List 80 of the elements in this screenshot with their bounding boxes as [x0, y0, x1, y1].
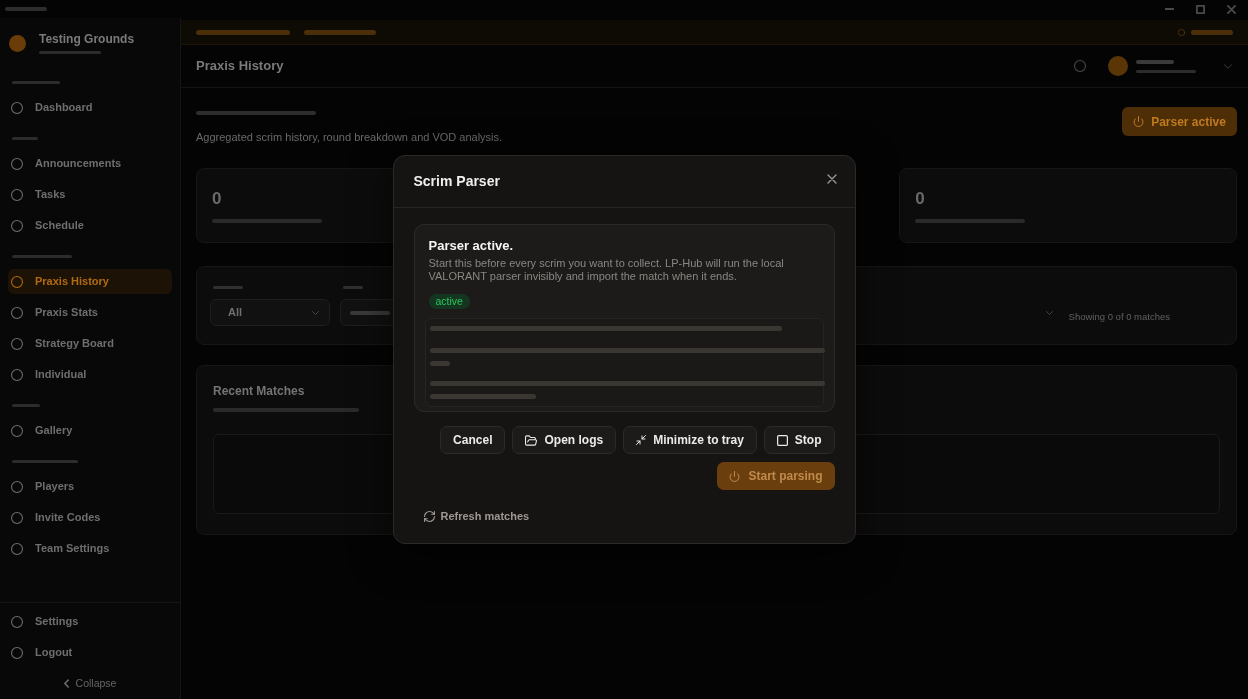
sidebar-item[interactable]: Settings	[8, 609, 172, 634]
circle-icon	[11, 157, 23, 170]
status-title: Parser active.	[428, 238, 514, 254]
team-logo-icon	[9, 34, 26, 52]
dialog-button[interactable]: Open logs	[512, 426, 617, 454]
power-icon	[729, 470, 741, 482]
blurred-text	[1191, 29, 1233, 35]
dialog-button[interactable]: Cancel	[440, 426, 506, 454]
blurred-text	[429, 361, 450, 366]
match-count: Showing 0 of 0 matches	[1068, 310, 1170, 325]
circle-icon	[11, 101, 23, 114]
status-badge: active	[428, 294, 470, 309]
arrows-inward-icon	[636, 435, 647, 445]
stat-value: 0	[212, 189, 222, 209]
blurred-text	[1136, 69, 1196, 73]
chevron-down-icon	[1045, 310, 1053, 315]
blurred-text	[12, 80, 60, 84]
chevron-left-icon	[63, 679, 69, 688]
page-title: Praxis History	[196, 57, 284, 76]
sidebar-item[interactable]: Tasks	[8, 182, 172, 207]
collapse-button[interactable]: Collapse	[63, 668, 117, 699]
circle-icon	[11, 275, 23, 288]
filter-select[interactable]: All	[210, 299, 330, 326]
circle-icon	[1074, 60, 1086, 72]
circle-icon	[11, 337, 23, 350]
sidebar-item[interactable]: Players	[8, 474, 172, 499]
minimize-icon	[1165, 8, 1174, 10]
blurred-text	[12, 403, 40, 407]
circle-icon	[1178, 28, 1185, 36]
status-description: Start this before every scrim you want to collect. LP-Hub will run the local VALORANT parser invisibly and import the match when it ends.	[428, 257, 785, 283]
circle-icon	[11, 306, 23, 319]
blurred-text	[304, 29, 376, 35]
circle-icon	[11, 368, 23, 381]
sidebar-item[interactable]: Invite Codes	[8, 505, 172, 530]
blurred-text	[39, 51, 101, 54]
sidebar-item[interactable]: Team Settings	[8, 536, 172, 561]
close-button[interactable]	[826, 174, 837, 184]
chevron-down-icon	[312, 310, 319, 315]
blurred-text	[12, 136, 38, 140]
power-icon	[1133, 116, 1145, 127]
circle-icon	[11, 646, 23, 659]
sidebar-item[interactable]: Individual	[8, 362, 172, 387]
maximize-icon	[1196, 4, 1205, 14]
circle-icon	[11, 219, 23, 232]
chevron-down-icon	[1224, 63, 1232, 69]
circle-icon	[11, 188, 23, 201]
dialog-button[interactable]: Stop	[763, 426, 835, 454]
sidebar-item[interactable]: Gallery	[8, 418, 172, 443]
stat-value: 0	[915, 189, 925, 209]
blurred-text	[213, 286, 243, 289]
sidebar-item[interactable]: Schedule	[8, 213, 172, 238]
close-icon	[826, 174, 837, 184]
parser-button[interactable]: Parser active	[1122, 107, 1237, 136]
section-title: Recent Matches	[213, 384, 305, 399]
blurred-text	[1136, 59, 1174, 64]
square-icon	[776, 434, 788, 446]
blurred-text	[12, 459, 78, 463]
close-icon	[1227, 4, 1236, 14]
blurred-text	[5, 7, 47, 11]
team-name: Testing Grounds	[39, 32, 135, 46]
refresh-link[interactable]: Refresh matches	[423, 508, 530, 524]
refresh-icon	[423, 510, 435, 522]
circle-icon	[11, 480, 23, 493]
sidebar-item[interactable]: Strategy Board	[8, 331, 172, 356]
circle-icon	[11, 615, 23, 628]
blurred-text	[343, 286, 363, 289]
dialog-button[interactable]: Minimize to tray	[623, 426, 757, 454]
sidebar-item[interactable]: Announcements	[8, 151, 172, 176]
sidebar-item[interactable]: Dashboard	[8, 95, 172, 120]
sidebar-item[interactable]: Logout	[8, 640, 172, 665]
circle-icon	[11, 424, 23, 437]
circle-icon	[11, 511, 23, 524]
circle-icon	[11, 542, 23, 555]
folder-icon	[525, 434, 538, 446]
sidebar-item[interactable]: Praxis History	[8, 269, 172, 294]
blurred-text	[12, 254, 72, 258]
sidebar-item[interactable]: Praxis Stats	[8, 300, 172, 325]
blurred-text	[350, 310, 390, 315]
page-subtitle: Aggregated scrim history, round breakdown and VOD analysis.	[196, 130, 503, 144]
dialog-title: Scrim Parser	[413, 172, 500, 191]
